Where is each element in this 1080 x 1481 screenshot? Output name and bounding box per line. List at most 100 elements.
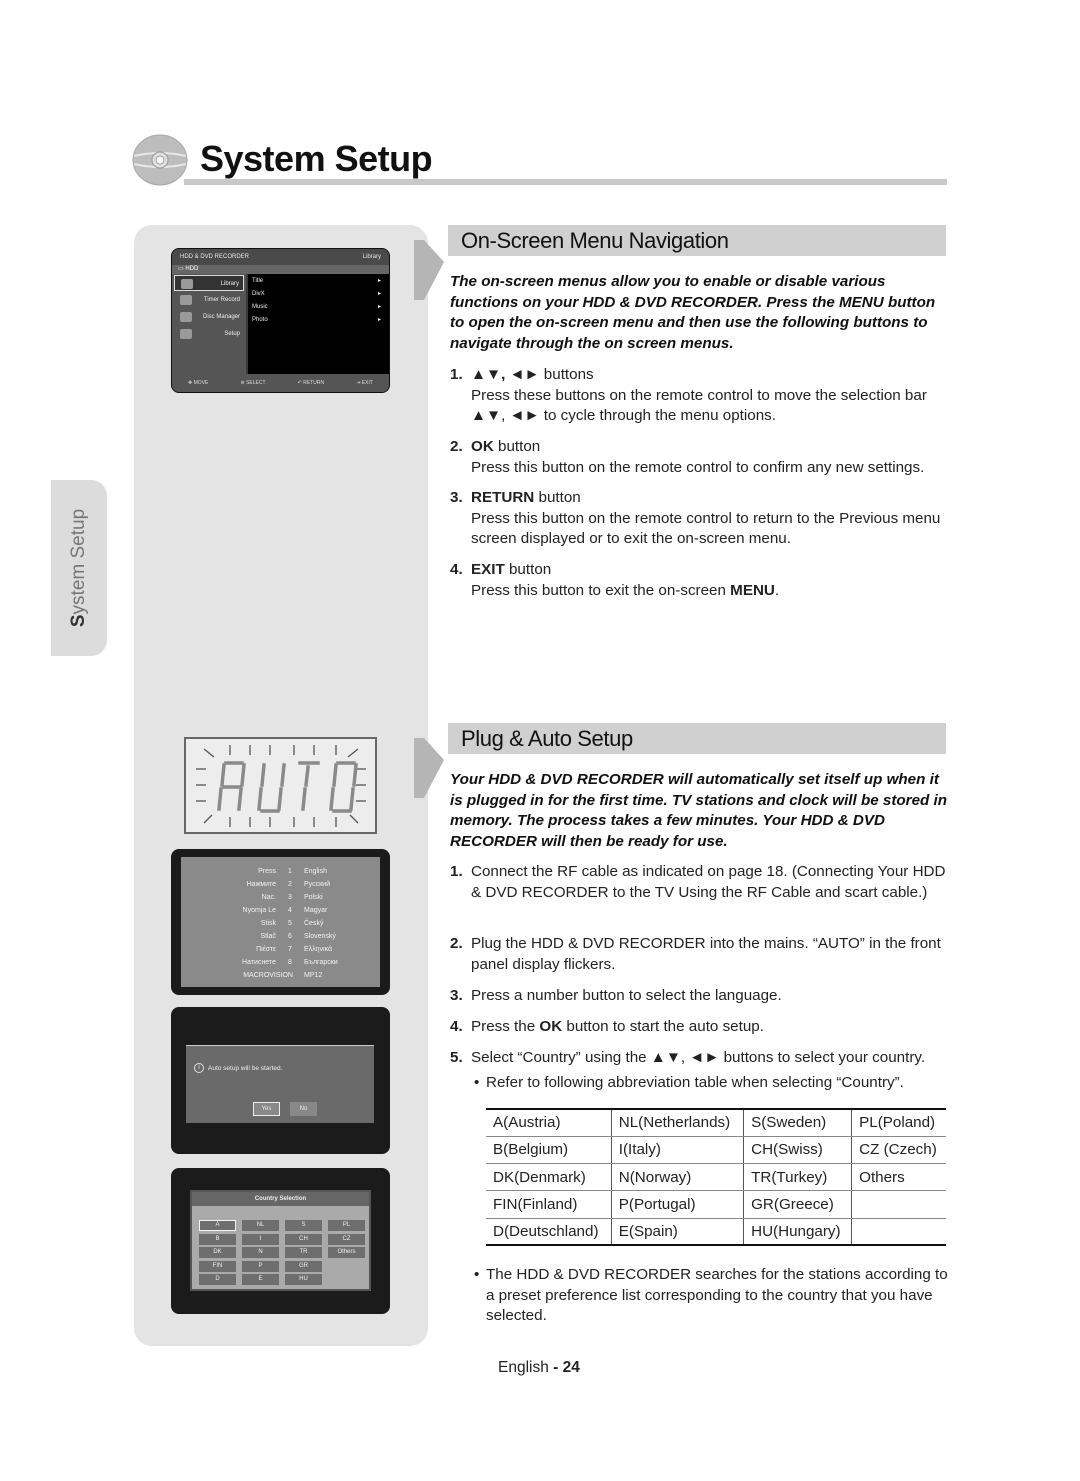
chevron-right-icon: ▸ [377, 278, 381, 284]
menu-screen-header: HDD & DVD RECORDER Library [172, 249, 389, 265]
language-option[interactable]: Нажмите 2 Русский [181, 878, 380, 891]
language-name: Български [304, 959, 338, 966]
title-rule [184, 179, 947, 185]
language-number: 1 [288, 868, 292, 875]
table-cell: NL(Netherlands) [611, 1107, 745, 1137]
language-list: Press 1 English Нажмите 2 Русский Nac. 3 Polski N… [181, 857, 380, 987]
table-cell [851, 1190, 946, 1219]
page-header: System Setup [132, 134, 947, 190]
menu-item-disc-manager[interactable]: Disc Manager [174, 309, 244, 325]
auto-step-4: 4. Press the OK button to start the auto … [450, 1018, 764, 1035]
language-option[interactable]: Stlač 6 Slovenský [181, 930, 380, 943]
menu-item-timer-record[interactable]: Timer Record [174, 292, 244, 308]
menu-hint-bar: ✥ MOVE ⊜ SELECT ↶ RETURN ⇥ EXIT [172, 374, 389, 392]
country-selection-title: Country Selection [192, 1192, 369, 1206]
country-option[interactable]: P [242, 1260, 279, 1272]
country-option[interactable]: Others [328, 1247, 365, 1258]
country-option[interactable]: E [242, 1274, 279, 1285]
language-footer: MACROVISION MP12 [181, 969, 380, 982]
press-word: Натиснете [242, 959, 276, 966]
macrovision-label: MACROVISION [243, 972, 293, 979]
table-row: FIN(Finland) P(Portugal) GR(Greece) [486, 1190, 946, 1219]
table-cell: A(Austria) [486, 1107, 612, 1137]
table-cell: PL(Poland) [851, 1107, 946, 1137]
pointer-arrow-icon [414, 240, 444, 300]
language-name: Русский [304, 881, 330, 888]
language-name: Ελληνικά [304, 946, 333, 953]
language-name: Magyar [304, 907, 328, 914]
country-option[interactable]: FIN [199, 1260, 236, 1272]
table-cell: D(Deutschland) [486, 1218, 612, 1247]
table-cell: E(Spain) [611, 1218, 745, 1247]
language-option[interactable]: Натиснете 8 Български [181, 956, 380, 969]
language-option[interactable]: Nac. 3 Polski [181, 891, 380, 904]
table-cell: CZ (Czech) [851, 1136, 946, 1165]
footer-language: English [498, 1359, 549, 1376]
country-abbreviation-table: A(Austria) NL(Netherlands) S(Sweden) PL(Pol… [486, 1107, 946, 1247]
table-cell: I(Italy) [611, 1136, 745, 1165]
side-tab-label: System Setup [68, 508, 89, 628]
nav-step-1: 1. ▲▼, ◄► buttons Press these buttons on … [450, 366, 927, 425]
auto-step-3: 3. Press a number button to select the la… [450, 987, 782, 1004]
menu-option-title[interactable]: Title ▸ [248, 274, 389, 287]
language-number: 3 [288, 894, 292, 901]
language-option[interactable]: Stisk 5 Český [181, 917, 380, 930]
country-option[interactable]: D [199, 1274, 236, 1285]
table-cell: Others [851, 1163, 946, 1192]
press-word: Nyomja Le [242, 907, 276, 914]
country-option[interactable]: CH [285, 1233, 322, 1245]
press-word: Нажмите [246, 881, 276, 888]
press-word: Press [258, 868, 276, 875]
table-row: DK(Denmark) N(Norway) TR(Turkey) Others [486, 1163, 946, 1192]
chevron-right-icon: ▸ [377, 304, 381, 310]
country-selection-dialog: Country Selection A NL S PL B I CH CZ DK N TR Other… [190, 1190, 371, 1291]
country-option[interactable]: HU [285, 1274, 322, 1285]
country-option[interactable]: PL [328, 1220, 365, 1231]
chevron-right-icon: ▸ [377, 317, 381, 323]
country-option[interactable]: NL [242, 1220, 279, 1231]
section-title: On-Screen Menu Navigation [461, 228, 729, 253]
auto-step-1: 1. Connect the RF cable as indicated on p… [450, 863, 946, 901]
country-option[interactable]: N [242, 1247, 279, 1258]
press-word: Stlač [260, 933, 276, 940]
lcd-auto-segments [196, 745, 366, 827]
pointer-arrow-icon [414, 738, 444, 798]
country-option[interactable]: S [285, 1220, 322, 1231]
hint-select: ⊜ SELECT [240, 380, 266, 386]
info-icon: i [194, 1063, 204, 1073]
country-selection-screen: Country Selection A NL S PL B I CH CZ DK N TR Other… [171, 1168, 390, 1314]
language-option[interactable]: Nyomja Le 4 Magyar [181, 904, 380, 917]
page-title: System Setup [200, 138, 433, 179]
country-option[interactable]: I [242, 1233, 279, 1245]
language-number: 6 [288, 933, 292, 940]
country-option[interactable]: DK [199, 1247, 236, 1258]
nav-step-2: 2. OK button Press this button on the rem… [450, 438, 925, 476]
table-cell: TR(Turkey) [743, 1163, 853, 1192]
menu-item-setup[interactable]: Setup [174, 326, 244, 342]
menu-option-music[interactable]: Music ▸ [248, 300, 389, 313]
language-number: 5 [288, 920, 292, 927]
menu-option-divx[interactable]: DivX ▸ [248, 287, 389, 300]
press-word: Πιέστε [256, 946, 276, 953]
bullet-search-note: • The HDD & DVD RECORDER searches for the… [474, 1266, 948, 1325]
yes-button[interactable]: Yes [253, 1102, 280, 1116]
language-number: 4 [288, 907, 292, 914]
country-option[interactable]: GR [285, 1260, 322, 1272]
country-option[interactable]: A [199, 1220, 236, 1231]
table-cell: FIN(Finland) [486, 1190, 612, 1219]
table-row: D(Deutschland) E(Spain) HU(Hungary) [486, 1218, 946, 1247]
navigation-intro: The on-screen menus allow you to enable … [450, 273, 936, 352]
table-cell: DK(Denmark) [486, 1163, 612, 1192]
language-option[interactable]: Press 1 English [181, 865, 380, 878]
table-row: A(Austria) NL(Netherlands) S(Sweden) PL(Pol… [486, 1107, 946, 1137]
country-option[interactable]: TR [285, 1247, 322, 1258]
country-option[interactable]: CZ [328, 1233, 365, 1245]
menu-source: ▭ HDD [172, 265, 389, 274]
menu-item-library[interactable]: Library [174, 275, 244, 291]
language-option[interactable]: Πιέστε 7 Ελληνικά [181, 943, 380, 956]
country-option[interactable]: B [199, 1233, 236, 1245]
auto-step-2: 2. Plug the HDD & DVD RECORDER into the m… [450, 935, 941, 973]
menu-option-photo[interactable]: Photo ▸ [248, 313, 389, 326]
auto-setup-dialog: i Auto setup will be started. Yes No [186, 1045, 374, 1123]
no-button[interactable]: No [290, 1102, 317, 1116]
